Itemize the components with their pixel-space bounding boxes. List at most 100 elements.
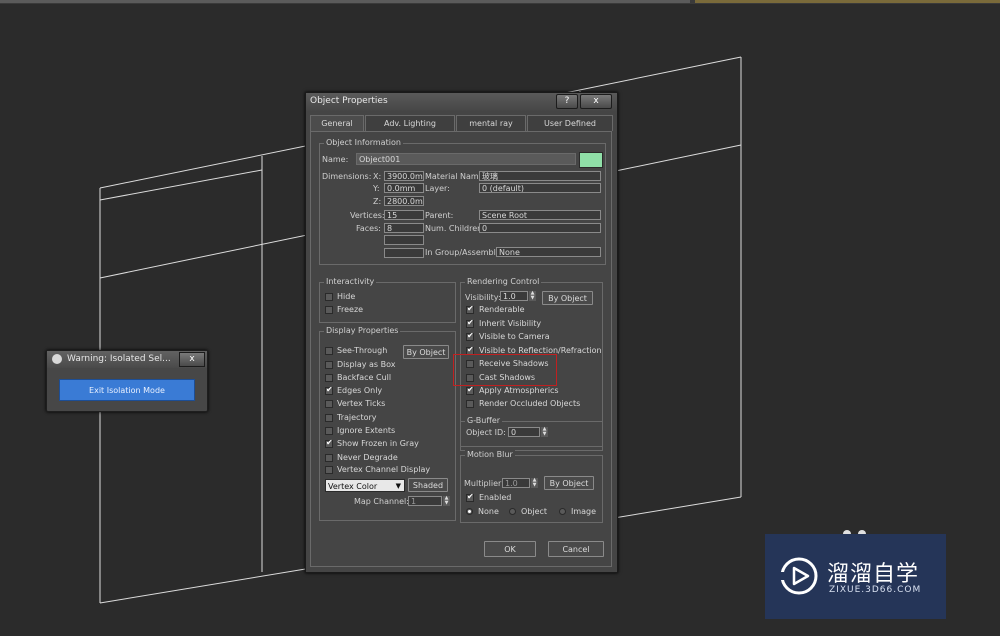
- see-through-label: See-Through: [337, 346, 388, 355]
- map-channel-field[interactable]: 1: [408, 496, 442, 506]
- tab-bar: General Adv. Lighting mental ray User De…: [310, 115, 613, 132]
- dim-x-field: 3900.0mm: [384, 171, 424, 181]
- display-by-object-button[interactable]: By Object: [403, 345, 449, 359]
- vertex-ticks-label: Vertex Ticks: [337, 399, 386, 408]
- close-button[interactable]: x: [580, 94, 612, 109]
- backface-cull-label: Backface Cull: [337, 373, 392, 382]
- trajectory-label: Trajectory: [337, 413, 377, 422]
- backface-cull-checkbox[interactable]: [325, 374, 333, 382]
- object-radio[interactable]: [509, 508, 516, 515]
- freeze-checkbox[interactable]: [325, 306, 333, 314]
- vertices-label: Vertices:: [350, 211, 385, 220]
- edges-only-checkbox[interactable]: [325, 385, 333, 395]
- hide-checkbox[interactable]: [325, 293, 333, 301]
- ok-button[interactable]: OK: [484, 541, 536, 557]
- gbuffer-label: G-Buffer: [465, 416, 503, 425]
- visible-to-camera-label: Visible to Camera: [479, 332, 550, 341]
- display-properties-label: Display Properties: [324, 326, 401, 335]
- vertex-ticks-checkbox[interactable]: [325, 400, 333, 408]
- dim-y-field: 0.0mm: [384, 183, 424, 193]
- freeze-label: Freeze: [337, 305, 364, 314]
- exit-isolation-button[interactable]: Exit Isolation Mode: [59, 379, 195, 401]
- layer-field: 0 (default): [479, 183, 601, 193]
- render-by-object-button[interactable]: By Object: [542, 291, 593, 305]
- blank-field-2: [384, 248, 424, 258]
- tab-general[interactable]: General: [310, 115, 364, 132]
- display-as-box-checkbox[interactable]: [325, 361, 333, 369]
- blank-field-1: [384, 235, 424, 245]
- enabled-checkbox[interactable]: [466, 492, 474, 502]
- multiplier-spinner[interactable]: ▲ ▼: [531, 478, 538, 488]
- name-input[interactable]: Object001: [356, 153, 576, 165]
- watermark: 溜溜自学 ZIXUE.3D66.COM: [765, 534, 946, 619]
- parent-label: Parent:: [425, 211, 454, 220]
- object-properties-dialog[interactable]: Object Properties ? x General Adv. Light…: [305, 92, 618, 573]
- never-degrade-checkbox[interactable]: [325, 454, 333, 462]
- help-button[interactable]: ?: [556, 94, 578, 109]
- object-id-spinner[interactable]: ▲ ▼: [541, 427, 548, 437]
- multiplier-field[interactable]: 1.0: [502, 478, 530, 488]
- visible-to-camera-checkbox[interactable]: [466, 331, 474, 341]
- faces-label: Faces:: [356, 224, 381, 233]
- object-information-label: Object Information: [324, 138, 403, 147]
- motion-by-object-button[interactable]: By Object: [544, 476, 594, 490]
- tab-mental-ray[interactable]: mental ray: [456, 115, 526, 131]
- watermark-brand: 溜溜自学: [827, 562, 920, 587]
- in-group-field: None: [496, 247, 601, 257]
- tab-adv-lighting[interactable]: Adv. Lighting: [365, 115, 455, 131]
- interactivity-group: Interactivity: [319, 277, 456, 323]
- display-as-box-label: Display as Box: [337, 360, 396, 369]
- image-label: Image: [571, 507, 597, 516]
- tab-user-defined[interactable]: User Defined: [527, 115, 613, 131]
- faces-field: 8: [384, 223, 424, 233]
- vertices-field: 15: [384, 210, 424, 220]
- never-degrade-label: Never Degrade: [337, 453, 398, 462]
- warning-window[interactable]: Warning: Isolated Sel... x Exit Isolatio…: [46, 350, 208, 412]
- warning-titlebar[interactable]: Warning: Isolated Sel... x: [47, 351, 207, 368]
- parent-field: Scene Root: [479, 210, 601, 220]
- see-through-checkbox[interactable]: [325, 347, 333, 355]
- rendering-control-label: Rendering Control: [465, 277, 542, 286]
- cancel-button[interactable]: Cancel: [548, 541, 604, 557]
- multiplier-label: Multiplier:: [464, 479, 504, 488]
- apply-atmospherics-label: Apply Atmospherics: [479, 386, 559, 395]
- watermark-url: ZIXUE.3D66.COM: [829, 585, 922, 595]
- render-occluded-label: Render Occluded Objects: [479, 399, 581, 408]
- hide-label: Hide: [337, 292, 356, 301]
- ignore-extents-checkbox[interactable]: [325, 427, 333, 435]
- inherit-visibility-label: Inherit Visibility: [479, 319, 542, 328]
- none-radio[interactable]: [466, 508, 473, 515]
- none-label: None: [478, 507, 499, 516]
- num-children-field: 0: [479, 223, 601, 233]
- shaded-button[interactable]: Shaded: [408, 478, 448, 492]
- vertex-color-value: Vertex Color: [328, 482, 378, 491]
- show-frozen-in-gray-checkbox[interactable]: [325, 438, 333, 448]
- name-label: Name:: [322, 155, 349, 164]
- apply-atmospherics-checkbox[interactable]: [466, 385, 474, 395]
- object-id-field[interactable]: 0: [508, 427, 540, 437]
- dim-z-field: 2800.0mm: [384, 196, 424, 206]
- material-name-label: Material Name:: [425, 172, 487, 181]
- vertex-channel-display-checkbox[interactable]: [325, 466, 333, 474]
- inherit-visibility-checkbox[interactable]: [466, 318, 474, 328]
- edges-only-label: Edges Only: [337, 386, 383, 395]
- renderable-checkbox[interactable]: [466, 304, 474, 314]
- trajectory-checkbox[interactable]: [325, 414, 333, 422]
- visibility-spinner[interactable]: ▲ ▼: [529, 291, 536, 301]
- in-group-label: In Group/Assembly:: [425, 248, 503, 257]
- object-color-swatch[interactable]: [579, 152, 603, 168]
- dialog-titlebar[interactable]: Object Properties ? x: [306, 93, 617, 111]
- map-channel-spinner[interactable]: ▲ ▼: [443, 496, 450, 506]
- image-radio[interactable]: [559, 508, 566, 515]
- render-occluded-checkbox[interactable]: [466, 400, 474, 408]
- warning-title: Warning: Isolated Sel...: [67, 354, 171, 364]
- visibility-field[interactable]: 1.0: [500, 291, 528, 301]
- warning-close-button[interactable]: x: [179, 352, 205, 367]
- enabled-label: Enabled: [479, 493, 512, 502]
- interactivity-label: Interactivity: [324, 277, 377, 286]
- wire-inner-top: [99, 169, 263, 201]
- show-frozen-in-gray-label: Show Frozen in Gray: [337, 439, 419, 448]
- vertex-color-select[interactable]: Vertex Color ▼: [325, 479, 405, 492]
- highlight-box: [453, 354, 557, 386]
- object-label: Object: [521, 507, 548, 516]
